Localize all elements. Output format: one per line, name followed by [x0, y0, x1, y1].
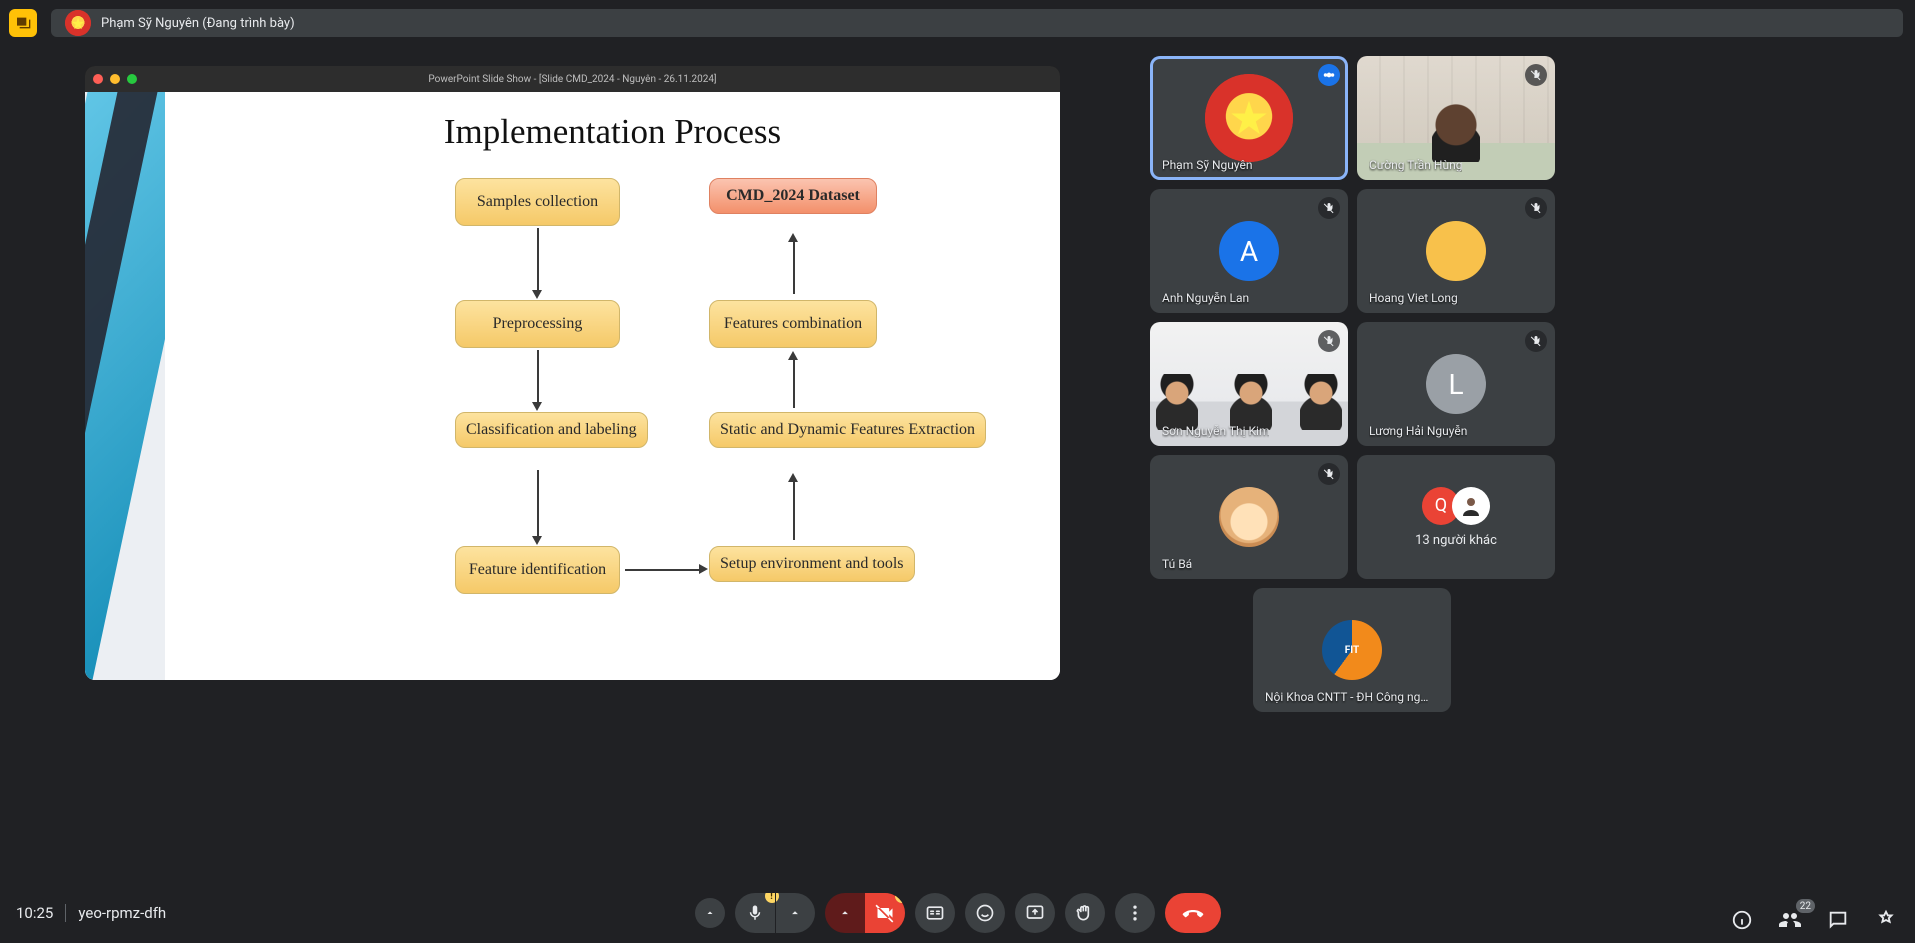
- arrow: [537, 228, 539, 290]
- box-classify: Classification and labeling: [455, 412, 648, 448]
- box-dataset: CMD_2024 Dataset: [709, 178, 877, 214]
- box-preprocess: Preprocessing: [455, 300, 620, 348]
- chat-button[interactable]: [1825, 907, 1851, 933]
- shared-window-title: PowerPoint Slide Show - [Slide CMD_2024 …: [85, 74, 1060, 85]
- muted-icon: [1318, 463, 1340, 485]
- avatar: [1426, 221, 1486, 281]
- participant-tile[interactable]: Cường Trần Hùng: [1357, 56, 1555, 180]
- arrow-head: [788, 351, 798, 360]
- video-placeholder: [1432, 104, 1480, 162]
- meeting-side-actions: 22: [1729, 907, 1899, 933]
- muted-icon: [1318, 330, 1340, 352]
- overflow-tile[interactable]: Q 13 người khác: [1357, 455, 1555, 579]
- raise-hand-button[interactable]: [1065, 893, 1105, 933]
- overflow-count: 13 người khác: [1415, 533, 1497, 548]
- alert-icon: !: [895, 893, 905, 903]
- presenter-name: Phạm Sỹ Nguyên (Đang trình bày): [101, 16, 295, 31]
- box-setup: Setup environment and tools: [709, 546, 915, 582]
- camera-options-button[interactable]: [825, 893, 865, 933]
- present-button[interactable]: [1015, 893, 1055, 933]
- participant-name: Hoang Viet Long: [1369, 291, 1458, 305]
- slide-decor: [85, 92, 165, 680]
- participant-tile[interactable]: Sơn Nguyễn Thị Kim: [1150, 322, 1348, 446]
- avatar: [1452, 487, 1490, 525]
- arrow: [537, 350, 539, 402]
- participant-name: Phạm Sỹ Nguyên: [1162, 158, 1253, 172]
- reactions-button[interactable]: [965, 893, 1005, 933]
- box-static-dyn: Static and Dynamic Features Extraction: [709, 412, 986, 448]
- participant-name: Lương Hải Nguyễn: [1369, 424, 1467, 438]
- avatar: L: [1426, 354, 1486, 414]
- captions-button[interactable]: [915, 893, 955, 933]
- more-options-button[interactable]: [1115, 893, 1155, 933]
- divider: [65, 904, 66, 922]
- participant-name: Anh Nguyễn Lan: [1162, 291, 1249, 305]
- avatar: FIT: [1322, 620, 1382, 680]
- shared-screen[interactable]: PowerPoint Slide Show - [Slide CMD_2024 …: [85, 66, 1060, 680]
- presenter-chip[interactable]: ★ Phạm Sỹ Nguyên (Đang trình bày): [51, 9, 1903, 37]
- participant-tile[interactable]: A Anh Nguyễn Lan: [1150, 189, 1348, 313]
- participant-count: 22: [1796, 899, 1815, 913]
- arrow: [537, 470, 539, 536]
- muted-icon: [1525, 330, 1547, 352]
- slide-stage: Implementation Process Samples collectio…: [165, 92, 1060, 680]
- participant-name: Cường Trần Hùng: [1369, 158, 1462, 172]
- arrow-head: [788, 473, 798, 482]
- end-call-button[interactable]: [1165, 893, 1221, 933]
- muted-icon: [1525, 197, 1547, 219]
- avatar: [1205, 74, 1293, 162]
- avatar: [1219, 487, 1279, 547]
- arrow-head: [532, 402, 542, 411]
- participant-tile[interactable]: Phạm Sỹ Nguyên: [1150, 56, 1348, 180]
- arrow: [793, 242, 795, 294]
- microphone-control[interactable]: !: [735, 893, 815, 933]
- mac-max-dot: [127, 74, 137, 84]
- shared-window-titlebar: PowerPoint Slide Show - [Slide CMD_2024 …: [85, 66, 1060, 92]
- participant-grid: Phạm Sỹ Nguyên Cường Trần Hùng A Anh Ngu…: [1150, 56, 1554, 579]
- app-status-badge: [9, 9, 37, 37]
- box-features-comb: Features combination: [709, 300, 877, 348]
- slide-title: Implementation Process: [165, 112, 1060, 152]
- people-button[interactable]: 22: [1777, 907, 1803, 933]
- arrow-head: [699, 564, 708, 574]
- participant-grid-row2: FIT Nội Khoa CNTT - ĐH Công ng…: [1150, 588, 1554, 712]
- participant-name: Tú Bá: [1162, 557, 1192, 571]
- participant-tile[interactable]: FIT Nội Khoa CNTT - ĐH Công ng…: [1253, 588, 1451, 712]
- box-samples: Samples collection: [455, 178, 620, 226]
- participant-name: Sơn Nguyễn Thị Kim: [1162, 424, 1269, 438]
- meeting-code: yeo-rpmz-dfh: [78, 904, 166, 922]
- box-feature-id: Feature identification: [455, 546, 620, 594]
- arrow: [793, 360, 795, 408]
- mac-min-dot: [110, 74, 120, 84]
- muted-icon: [1525, 64, 1547, 86]
- arrow-head: [788, 233, 798, 242]
- participant-tile[interactable]: Hoang Viet Long: [1357, 189, 1555, 313]
- mic-options-button[interactable]: !: [735, 893, 775, 933]
- speaking-icon: [1318, 64, 1340, 86]
- clock: 10:25: [16, 904, 53, 922]
- avatar: A: [1219, 221, 1279, 281]
- camera-toggle-button[interactable]: !: [865, 893, 905, 933]
- arrow: [625, 569, 699, 571]
- camera-control[interactable]: !: [825, 893, 905, 933]
- collapse-controls-button[interactable]: [695, 898, 725, 928]
- meeting-details-button[interactable]: [1729, 907, 1755, 933]
- participant-tile[interactable]: Tú Bá: [1150, 455, 1348, 579]
- muted-icon: [1318, 197, 1340, 219]
- arrow-head: [532, 536, 542, 545]
- participant-tile[interactable]: L Lương Hải Nguyễn: [1357, 322, 1555, 446]
- overflow-avatars: Q: [1422, 487, 1490, 525]
- presenter-avatar: ★: [65, 10, 91, 36]
- mic-toggle-button[interactable]: [775, 893, 815, 933]
- slide-canvas: Implementation Process Samples collectio…: [85, 92, 1060, 680]
- mac-close-dot: [93, 74, 103, 84]
- arrow: [793, 482, 795, 540]
- participant-name: Nội Khoa CNTT - ĐH Công ng…: [1265, 690, 1428, 704]
- meeting-info: 10:25 yeo-rpmz-dfh: [16, 883, 166, 943]
- arrow-head: [532, 290, 542, 299]
- call-controls: ! !: [695, 893, 1221, 933]
- activities-button[interactable]: [1873, 907, 1899, 933]
